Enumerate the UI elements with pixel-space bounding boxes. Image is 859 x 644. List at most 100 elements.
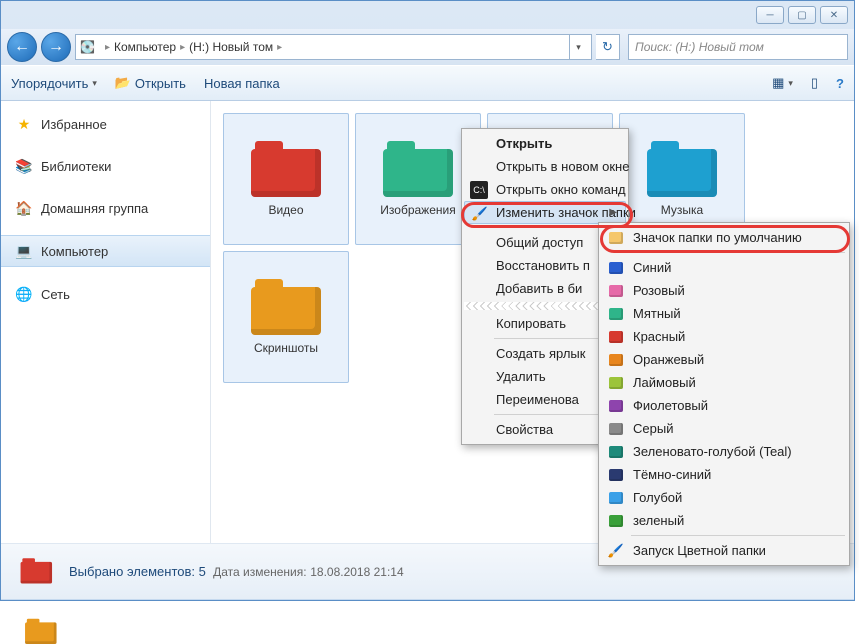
menu-item[interactable]: Значок папки по умолчанию <box>601 226 847 249</box>
menu-item-label: Тёмно-синий <box>633 467 711 482</box>
menu-item[interactable]: зеленый <box>601 509 847 532</box>
menu-item-label: Открыть окно команд <box>496 182 626 197</box>
menu-item-label: Голубой <box>633 490 682 505</box>
open-button[interactable]: 📂Открыть <box>115 75 186 91</box>
net-icon: 🌐 <box>15 285 33 303</box>
menu-item-label: Красный <box>633 329 685 344</box>
color-swatch-icon <box>607 443 625 461</box>
menu-item-label: Создать ярлык <box>496 346 585 361</box>
sidebar-item-label: Домашняя группа <box>41 201 148 216</box>
menu-item-label: Свойства <box>496 422 553 437</box>
breadcrumb-part[interactable]: Компьютер <box>114 40 176 54</box>
menu-separator <box>631 252 845 253</box>
color-swatch-icon <box>607 259 625 277</box>
sidebar-item-star[interactable]: ★Избранное <box>1 109 210 139</box>
preview-pane-button[interactable]: ▯ <box>811 75 818 91</box>
breadcrumb-dropdown[interactable]: ▾ <box>569 34 587 60</box>
folder-icon <box>647 141 717 197</box>
menu-item-label: Значок папки по умолчанию <box>633 230 802 245</box>
breadcrumb-sep: ▸ <box>105 42 110 53</box>
menu-item[interactable]: Серый <box>601 417 847 440</box>
menu-item[interactable]: Открыть в новом окне <box>464 155 626 178</box>
refresh-button[interactable]: ↻ <box>596 34 620 60</box>
menu-item[interactable]: Розовый <box>601 279 847 302</box>
menu-item[interactable]: Оранжевый <box>601 348 847 371</box>
help-button[interactable]: ? <box>836 76 844 91</box>
sidebar: ★Избранное 📚Библиотеки 🏠 Домашняя группа 💻Ко… <box>1 101 211 543</box>
date-value: 18.08.2018 21:14 <box>310 565 403 579</box>
search-input[interactable]: Поиск: (H:) Новый том <box>628 34 848 60</box>
menu-item[interactable]: Открыть <box>464 132 626 155</box>
color-swatch-icon <box>607 374 625 392</box>
menu-item[interactable]: Тёмно-синий <box>601 463 847 486</box>
folder-label: Изображения <box>380 203 455 217</box>
back-button[interactable]: ← <box>7 32 37 62</box>
menu-item-label: Серый <box>633 421 673 436</box>
menu-item[interactable]: 🖌️Изменить значок папки▶ <box>464 201 626 224</box>
sidebar-item-label: Избранное <box>41 117 107 132</box>
drive-icon: 💽 <box>80 40 95 54</box>
status-thumb-icon <box>13 551 55 593</box>
close-button[interactable]: ✕ <box>820 6 848 24</box>
menu-item-label: Фиолетовый <box>633 398 708 413</box>
nav-bar: ← → 💽 ▸ Компьютер ▸ (H:) Новый том ▸ ▾ ↻… <box>1 29 854 65</box>
new-folder-button[interactable]: Новая папка <box>204 76 280 91</box>
paint-icon: 🖌️ <box>471 205 489 223</box>
color-swatch-icon <box>607 305 625 323</box>
menu-item[interactable]: Мятный <box>601 302 847 325</box>
menu-item-label: Копировать <box>496 316 566 331</box>
titlebar: ─ ▢ ✕ <box>1 1 854 29</box>
color-swatch-icon <box>607 351 625 369</box>
menu-item[interactable]: C:\Открыть окно команд <box>464 178 626 201</box>
color-swatch-icon <box>607 420 625 438</box>
menu-item[interactable]: Синий <box>601 256 847 279</box>
folder-open-icon: 📂 <box>115 75 131 91</box>
menu-item-label: Восстановить п <box>496 258 590 273</box>
folder-label: Скриншоты <box>254 341 318 355</box>
maximize-button[interactable]: ▢ <box>788 6 816 24</box>
color-swatch-icon <box>607 397 625 415</box>
minimize-button[interactable]: ─ <box>756 6 784 24</box>
sidebar-item-home[interactable]: 🏠 Домашняя группа <box>1 193 210 223</box>
folder-label: Музыка <box>661 203 703 217</box>
menu-item-label: Удалить <box>496 369 546 384</box>
forward-button[interactable]: → <box>41 32 71 62</box>
selection-count: Выбрано элементов: 5 <box>69 564 206 579</box>
context-submenu[interactable]: Значок папки по умолчанию Синий Розовый Мят… <box>598 222 850 566</box>
view-icon: ▦ <box>772 75 784 91</box>
toolbar: Упорядочить ▾ 📂Открыть Новая папка ▦ ▾ ▯… <box>1 65 854 101</box>
sidebar-item-label: Сеть <box>41 287 70 302</box>
sidebar-item-net[interactable]: 🌐 Сеть <box>1 279 210 309</box>
breadcrumb-part[interactable]: (H:) Новый том <box>189 40 273 54</box>
menu-item[interactable]: Красный <box>601 325 847 348</box>
organize-button[interactable]: Упорядочить ▾ <box>11 76 97 91</box>
sidebar-item-lib[interactable]: 📚Библиотеки <box>1 151 210 181</box>
sidebar-item-pc[interactable]: 💻Компьютер <box>1 235 210 267</box>
view-options-button[interactable]: ▦ ▾ <box>772 75 793 91</box>
folder-tile[interactable]: Скриншоты <box>223 251 349 383</box>
menu-item[interactable]: Лаймовый <box>601 371 847 394</box>
menu-item[interactable]: Голубой <box>601 486 847 509</box>
color-swatch-icon <box>607 282 625 300</box>
sidebar-item-label: Библиотеки <box>41 159 111 174</box>
menu-item-label: Зеленовато-голубой (Teal) <box>633 444 792 459</box>
color-swatch-icon <box>607 466 625 484</box>
breadcrumb[interactable]: 💽 ▸ Компьютер ▸ (H:) Новый том ▸ ▾ <box>75 34 592 60</box>
menu-item-label: Общий доступ <box>496 235 583 250</box>
color-swatch-icon <box>607 328 625 346</box>
search-placeholder: Поиск: (H:) Новый том <box>635 40 764 54</box>
folder-tile[interactable]: Видео <box>223 113 349 245</box>
home-icon: 🏠 <box>15 199 33 217</box>
menu-item-label: Лаймовый <box>633 375 696 390</box>
breadcrumb-sep: ▸ <box>180 42 185 53</box>
menu-item[interactable]: 🖌️Запуск Цветной папки <box>601 539 847 562</box>
status-text: Выбрано элементов: 5 Дата изменения: 18.… <box>69 564 404 579</box>
paint-icon: 🖌️ <box>607 542 625 560</box>
menu-item-label: Розовый <box>633 283 685 298</box>
menu-item[interactable]: Зеленовато-голубой (Teal) <box>601 440 847 463</box>
menu-item-label: Открыть <box>496 136 552 151</box>
folder-icon <box>251 141 321 197</box>
menu-item[interactable]: Фиолетовый <box>601 394 847 417</box>
menu-item-label: зеленый <box>633 513 684 528</box>
color-swatch-icon <box>607 489 625 507</box>
